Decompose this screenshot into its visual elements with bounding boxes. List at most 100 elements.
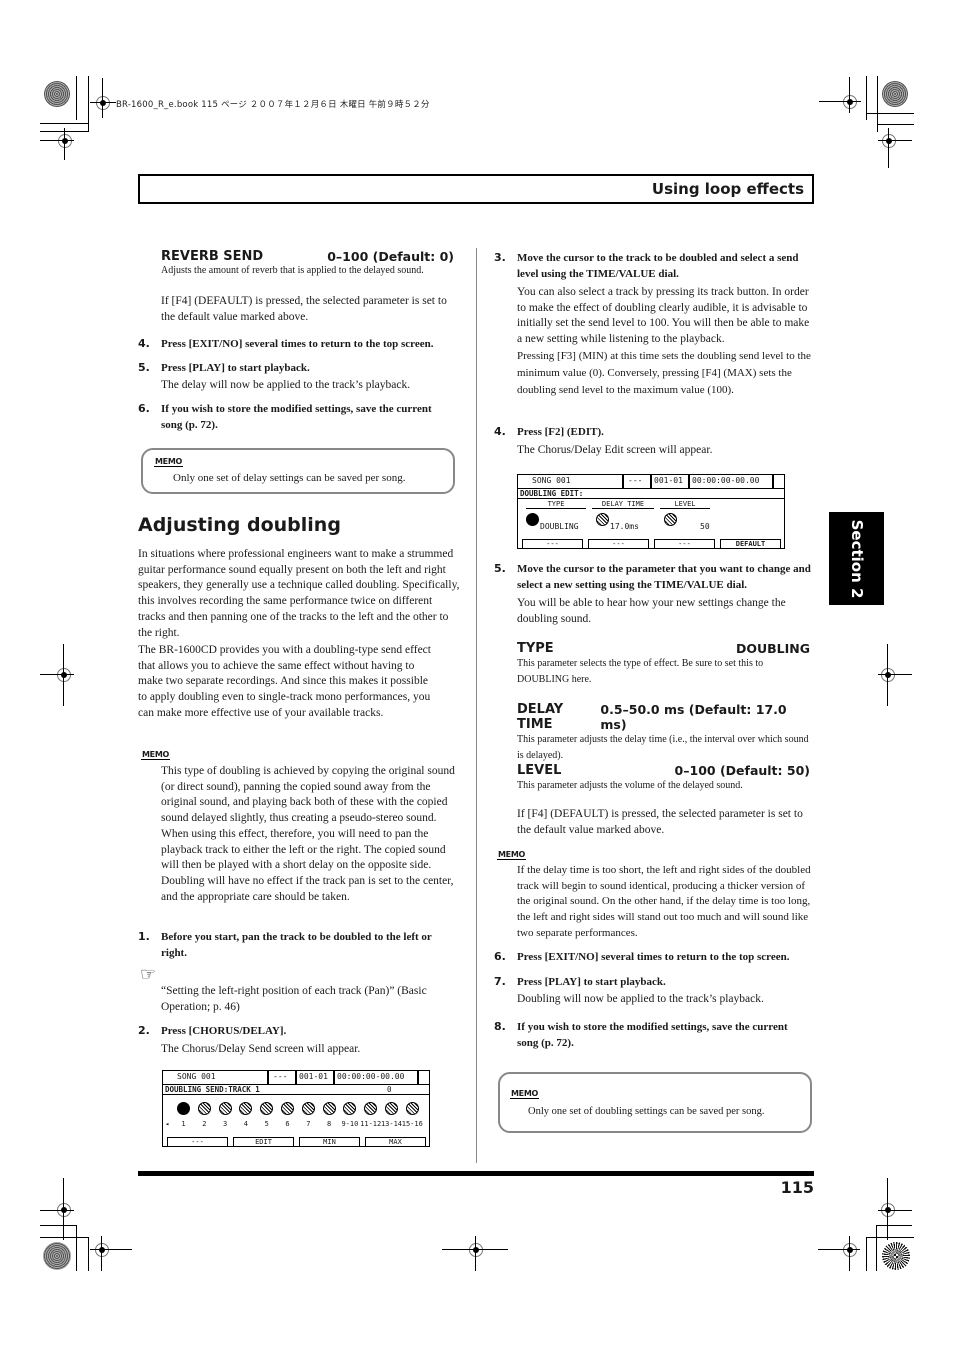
lcd-fkey-f3: MIN xyxy=(299,1137,360,1147)
lcd-col-label-delay-time: DELAY TIME xyxy=(592,500,654,509)
lcd-measure: 001-01 xyxy=(299,1072,328,1081)
lcd-track-knob xyxy=(385,1102,398,1115)
param-name: DELAY TIME xyxy=(517,702,564,732)
memo-icon: MEMO xyxy=(154,457,183,467)
lcd-track-knob xyxy=(197,1102,211,1115)
lcd-value-type: DOUBLING xyxy=(540,522,579,531)
lcd-track-label: 5 xyxy=(264,1120,269,1128)
lcd-track-knob xyxy=(343,1102,357,1115)
param-range: 0–100 (Default: 50) xyxy=(674,763,810,778)
param-reverb-send: REVERB SEND 0–100 (Default: 0) Adjusts t… xyxy=(161,249,454,278)
param-delay-time: DELAY TIME 0.5–50.0 ms (Default: 17.0 ms… xyxy=(517,702,810,764)
registration-target-top-left xyxy=(44,81,70,107)
lcd-track-label: 1 xyxy=(181,1120,186,1128)
lcd-col-label-level: LEVEL xyxy=(660,500,710,509)
lcd-track-knob xyxy=(281,1102,294,1115)
crop-mark-icon xyxy=(57,668,71,682)
param-range: DOUBLING xyxy=(735,641,810,656)
page-number: 115 xyxy=(780,1178,814,1197)
lcd-fkey-f2: --- xyxy=(588,539,649,549)
crop-mark-icon xyxy=(96,96,110,110)
step-text: Press [EXIT/NO] several times to return … xyxy=(517,951,790,963)
registration-target-top-right xyxy=(882,81,908,107)
reference-hand-icon: ☞ xyxy=(140,964,157,985)
lcd-fkey-f4: DEFAULT xyxy=(720,539,781,549)
lcd-track-label: 9-10 xyxy=(341,1120,359,1128)
step-subtext: The Chorus/Delay Send screen will appear… xyxy=(161,1043,361,1055)
section-heading: Adjusting doubling xyxy=(138,514,341,536)
lcd-track-label: 2 xyxy=(202,1120,207,1128)
crop-mark-icon xyxy=(843,95,857,109)
section-tab: Section 2 xyxy=(829,512,884,605)
registration-target-bottom-left xyxy=(43,1242,71,1270)
lcd-track-label: 3 xyxy=(222,1120,228,1128)
lcd-doubling-edit-screen: SONG 001 --- 001-01 00:00:00-00.00 DOUBL… xyxy=(517,474,785,549)
step-text: If you wish to store the modified settin… xyxy=(517,1021,788,1049)
memo-icon: MEMO xyxy=(510,1089,539,1099)
default-note: If [F4] (DEFAULT) is pressed, the select… xyxy=(161,295,447,323)
step-text: Press [PLAY] to start playback. xyxy=(161,362,310,374)
param-type: TYPE DOUBLING This parameter selects the… xyxy=(517,641,810,688)
step-8-right: 8. If you wish to store the modified sett… xyxy=(494,1020,788,1049)
step-subtext: Doubling will now be applied to the trac… xyxy=(517,993,764,1005)
param-name: REVERB SEND xyxy=(161,249,264,264)
step-1: 1. Before you start, pan the track to be … xyxy=(138,930,432,959)
lcd-title: DOUBLING EDIT: xyxy=(520,489,584,498)
param-description: This parameter adjusts the volume of the… xyxy=(517,780,743,791)
step-subtext: Pressing [F3] (MIN) at this time sets th… xyxy=(517,349,811,396)
step-7-right: 7. Press [PLAY] to start playback. Doubli… xyxy=(494,974,817,1008)
step-subtext: The delay will now be applied to the tra… xyxy=(161,379,411,391)
default-note-right: If [F4] (DEFAULT) is pressed, the select… xyxy=(517,808,803,836)
step-text: Press [PLAY] to start playback. xyxy=(517,976,666,988)
lcd-track-knob xyxy=(218,1102,232,1115)
lcd-measure-blank: --- xyxy=(273,1072,288,1081)
running-header-title: Using loop effects xyxy=(651,180,804,198)
lcd-track-label: 4 xyxy=(243,1120,248,1128)
lcd-track-label: 8 xyxy=(326,1120,332,1128)
footer-rule xyxy=(138,1171,814,1176)
crop-mark-icon xyxy=(58,134,72,148)
step-text: Press [CHORUS/DELAY]. xyxy=(161,1025,287,1037)
step-5: 5. Press [PLAY] to start playback. The de… xyxy=(138,360,461,394)
step-4-right: 4. Press [F2] (EDIT). The Chorus/Delay Ed… xyxy=(494,424,813,459)
lcd-fkey-f1: --- xyxy=(167,1137,228,1147)
param-name: TYPE xyxy=(517,641,554,656)
lcd-track-knob xyxy=(239,1102,253,1115)
lcd-knob-delay-time xyxy=(596,513,609,526)
step-2: 2. Press [CHORUS/DELAY]. The Chorus/Delay… xyxy=(138,1023,459,1058)
lcd-fkey-f4: MAX xyxy=(365,1137,426,1147)
memo-box-delay: MEMO Only one set of delay settings can … xyxy=(141,448,455,494)
lcd-track-label: 7 xyxy=(306,1120,311,1128)
lcd-song: SONG 001 xyxy=(177,1072,216,1081)
memo-delay-time-note: If the delay time is too short, the left… xyxy=(517,864,811,939)
crop-mark-icon xyxy=(882,134,896,148)
intro-paragraph-2: The BR-1600CD provides you with a doubli… xyxy=(138,644,431,719)
intro-paragraph-1: In situations where professional enginee… xyxy=(138,548,460,639)
memo-icon: MEMO xyxy=(141,750,170,760)
lcd-track-label: 11-12 xyxy=(360,1120,382,1128)
lcd-track-label: 6 xyxy=(285,1120,290,1128)
crop-mark-icon xyxy=(881,668,895,682)
lcd-fkey-f1: --- xyxy=(522,539,583,549)
memo-text: Only one set of doubling settings can be… xyxy=(528,1106,765,1117)
step-subtext: You can also select a track by pressing … xyxy=(517,286,810,346)
crop-mark-icon xyxy=(843,1243,857,1257)
lcd-value-delay-time: 17.0ms xyxy=(610,522,639,531)
crop-mark-icon xyxy=(95,1243,109,1257)
param-name: LEVEL xyxy=(517,763,562,778)
crop-mark-icon xyxy=(469,1243,483,1257)
running-header: Using loop effects xyxy=(138,174,814,204)
lcd-time: 00:00:00-00.00 xyxy=(337,1072,405,1081)
param-range: 0–100 (Default: 0) xyxy=(327,249,454,264)
step-text: Move the cursor to the parameter that yo… xyxy=(517,563,811,591)
lcd-song: SONG 001 xyxy=(532,476,571,485)
step-text: Press [F2] (EDIT). xyxy=(517,426,604,438)
print-header: BR-1600_R_e.book 115 ページ ２００７年１２月６日 木曜日 … xyxy=(116,100,430,110)
lcd-send-value: 0 xyxy=(387,1085,392,1094)
param-range: 0.5–50.0 ms (Default: 17.0 ms) xyxy=(600,702,787,732)
lcd-measure: 001-01 xyxy=(654,476,683,485)
step-6-right: 6. Press [EXIT/NO] several times to retur… xyxy=(494,950,790,963)
memo-icon: MEMO xyxy=(497,850,526,860)
lcd-time: 00:00:00-00.00 xyxy=(692,476,760,485)
lcd-track-knob xyxy=(177,1102,190,1115)
